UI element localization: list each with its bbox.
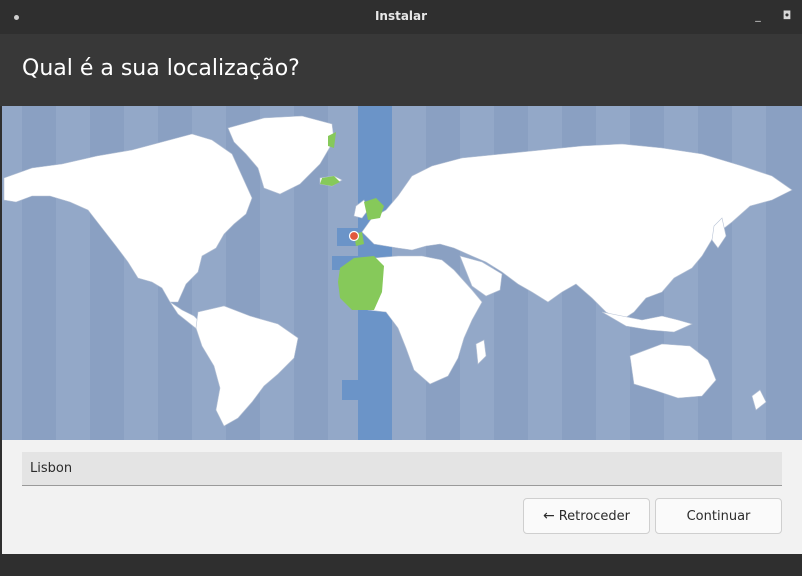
window-title: Instalar <box>374 9 428 23</box>
minimize-icon[interactable]: _ <box>750 8 766 24</box>
world-map[interactable] <box>2 106 802 440</box>
continue-button[interactable]: Continuar <box>655 498 782 534</box>
continue-button-label: Continuar <box>686 508 751 524</box>
location-panel: ← Retroceder Continuar <box>2 440 802 554</box>
page-header: Qual é a sua localização? <box>0 34 802 106</box>
back-button-label: Retroceder <box>558 508 631 524</box>
timezone-map[interactable] <box>2 106 802 440</box>
window-bottom-border <box>0 554 802 576</box>
back-button[interactable]: ← Retroceder <box>523 498 650 534</box>
selected-timezone-shapes <box>332 228 362 400</box>
maximize-icon[interactable]: ◘ <box>779 8 795 24</box>
location-marker-icon[interactable] <box>348 230 360 242</box>
arrow-left-icon: ← <box>542 508 555 524</box>
location-input[interactable] <box>22 452 782 486</box>
window-titlebar: Instalar _ ◘ <box>0 0 802 34</box>
page-title: Qual é a sua localização? <box>22 56 300 81</box>
